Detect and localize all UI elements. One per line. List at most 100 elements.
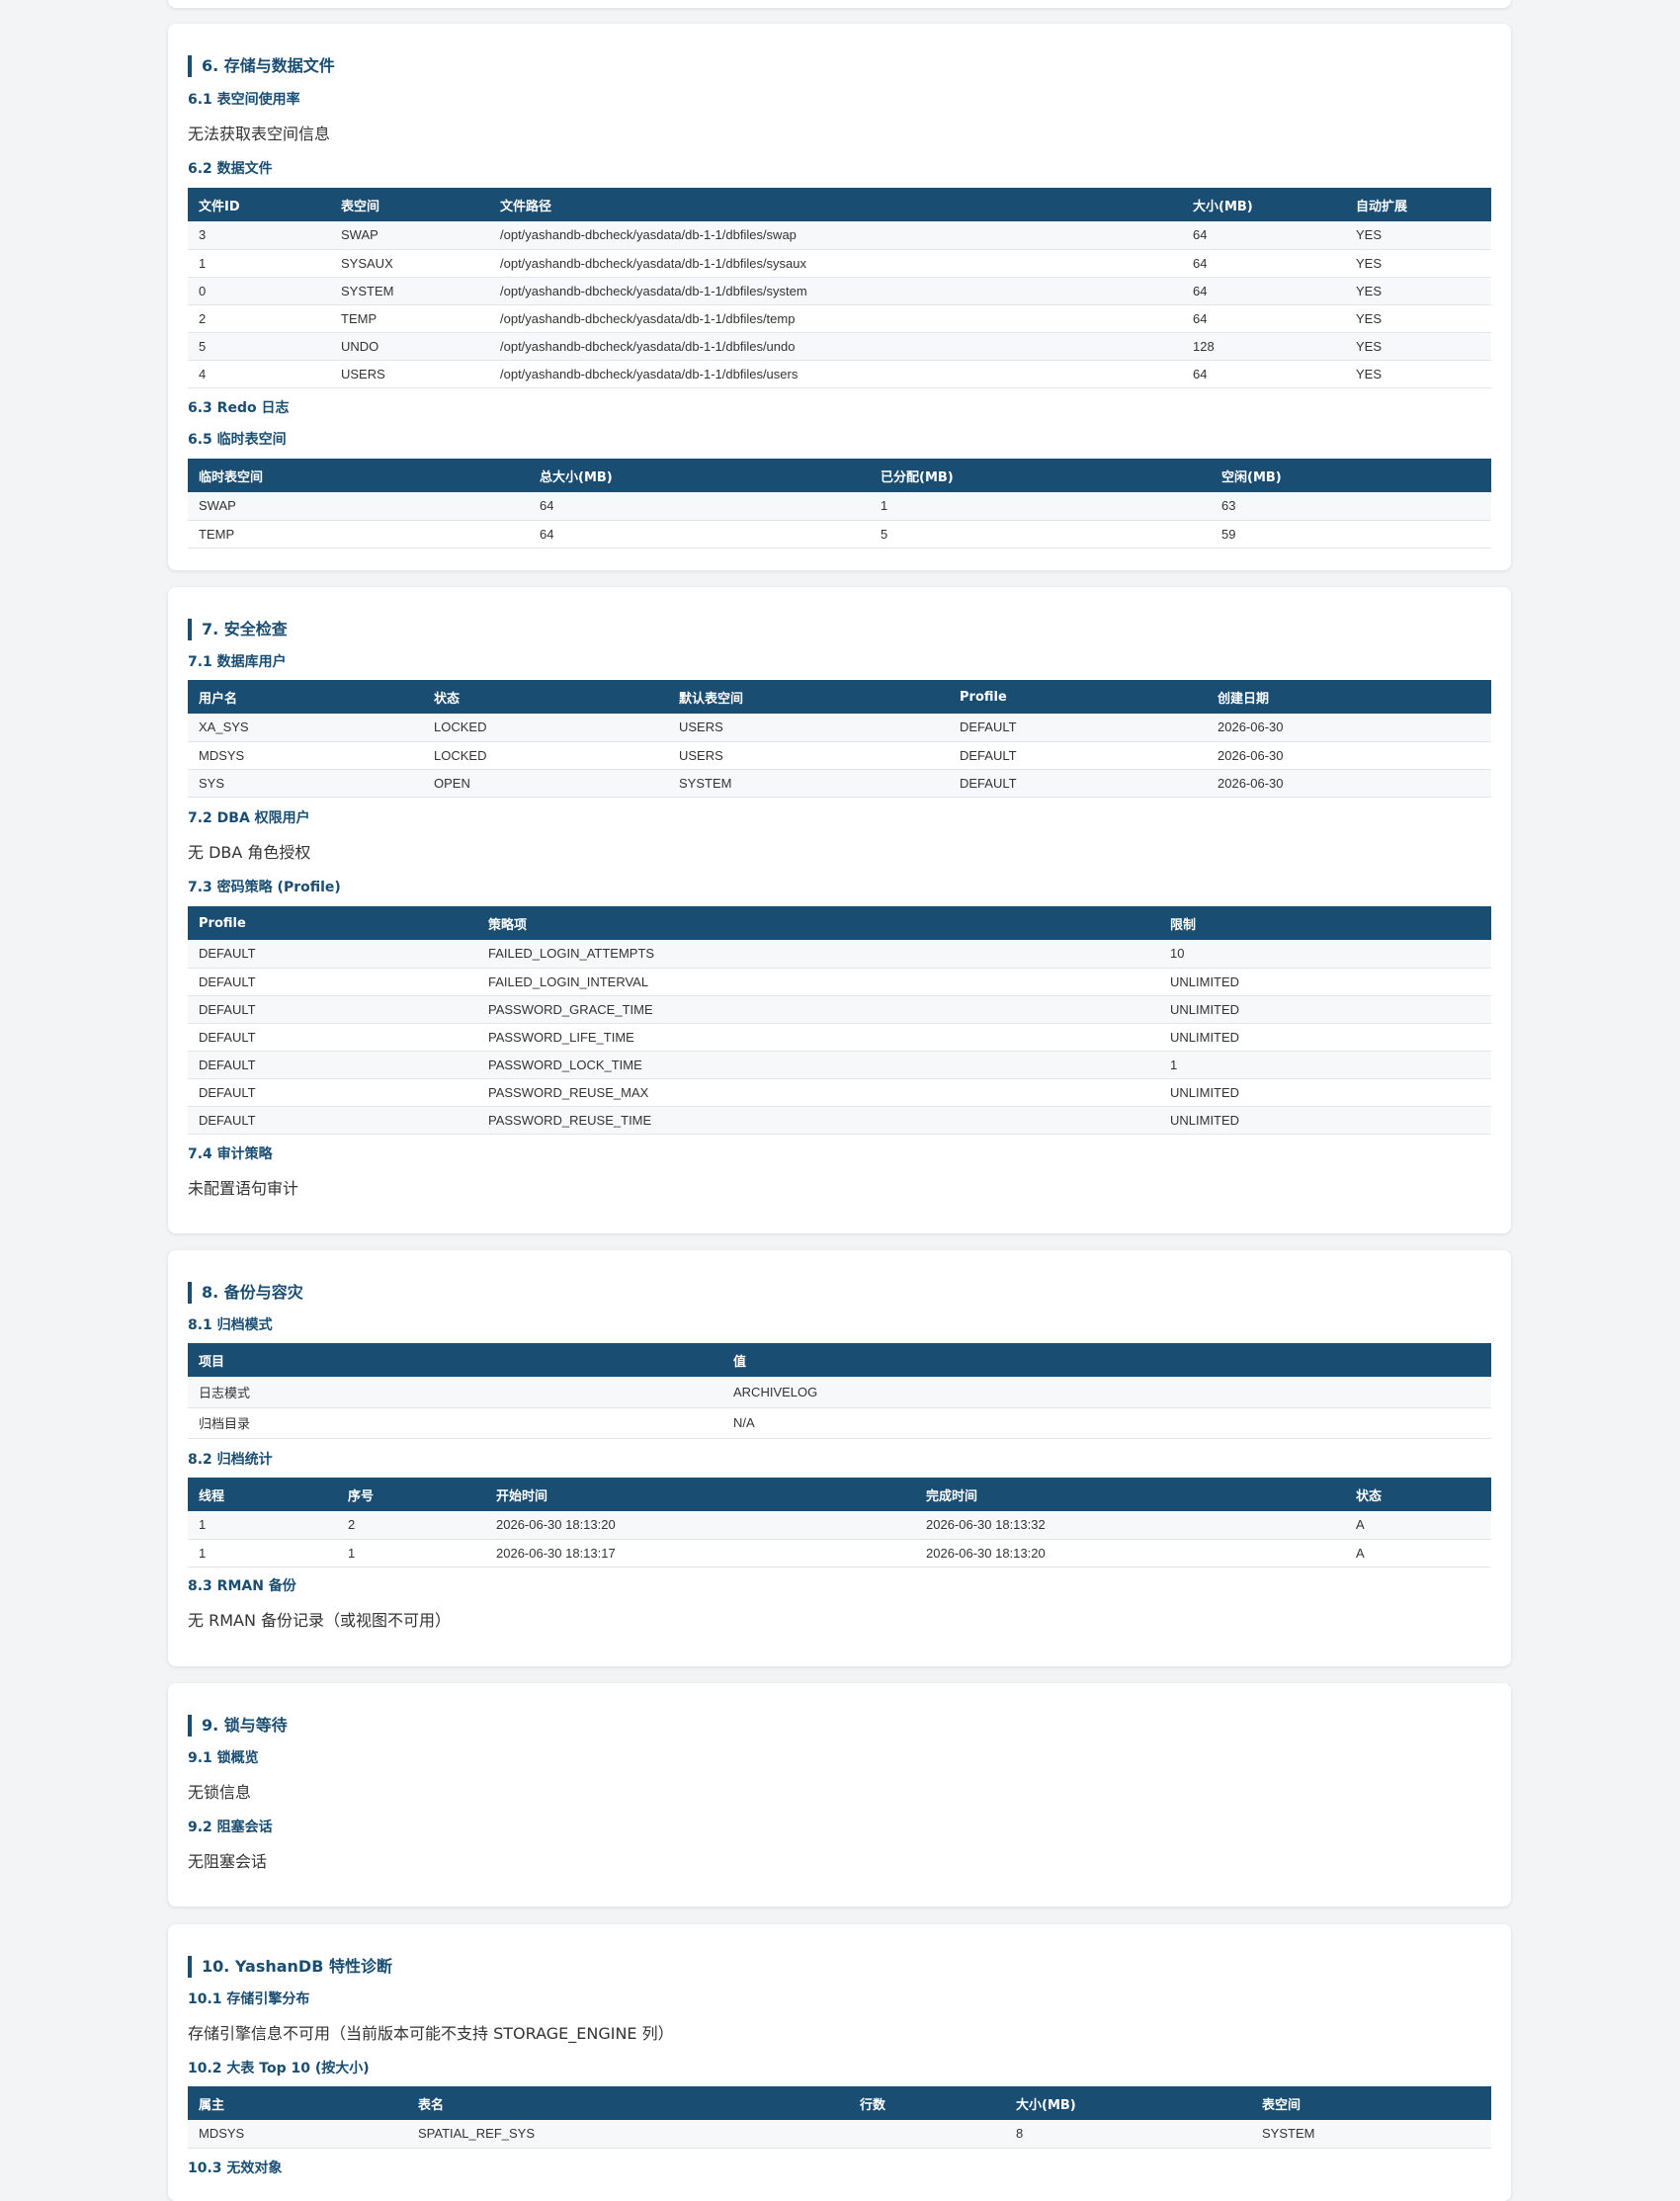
table-header: 表空间 [1251, 2086, 1491, 2120]
table-cell: /opt/yashandb-dbcheck/yasdata/db-1-1/dbf… [489, 249, 1182, 278]
table-row: 归档目录 N/A [188, 1407, 1491, 1439]
table-cell: DEFAULT [188, 1078, 477, 1107]
table-cell: YES [1345, 221, 1491, 250]
table-cell: A [1345, 1539, 1491, 1567]
table-cell: /opt/yashandb-dbcheck/yasdata/db-1-1/dbf… [489, 332, 1182, 361]
table-cell: UNLIMITED [1159, 1078, 1491, 1107]
table-cell: 5 [188, 332, 330, 361]
table-row: 1 1 2026-06-30 18:13:17 2026-06-30 18:13… [188, 1539, 1491, 1567]
table-cell: YES [1345, 332, 1491, 361]
table-header: Profile [188, 906, 477, 940]
table-cell: YES [1345, 277, 1491, 305]
table-header: 状态 [423, 680, 668, 714]
table-row: 5 UNDO /opt/yashandb-dbcheck/yasdata/db-… [188, 332, 1491, 361]
table-cell: 2026-06-30 18:13:17 [485, 1539, 915, 1567]
table-header: 空闲(MB) [1211, 459, 1491, 492]
table-header: 总大小(MB) [529, 459, 870, 492]
table-row: MDSYS SPATIAL_REF_SYS 8 SYSTEM [188, 2120, 1491, 2149]
table-header: 限制 [1159, 906, 1491, 940]
table-row: DEFAULT PASSWORD_LOCK_TIME 1 [188, 1051, 1491, 1079]
table-row: XA_SYS LOCKED USERS DEFAULT 2026-06-30 [188, 714, 1491, 742]
table-cell [849, 2120, 1005, 2149]
table-cell: DEFAULT [188, 1023, 477, 1052]
table-cell: 2026-06-30 [1207, 714, 1491, 742]
table-header: 表名 [407, 2086, 849, 2120]
table-header: 开始时间 [485, 1478, 915, 1511]
table-cell: 64 [1182, 249, 1345, 278]
section-backup-card: 8. 备份与容灾 8.1 归档模式 项目 值 日志模式 ARCHIVELOG 归… [168, 1250, 1511, 1666]
table-header: 已分配(MB) [870, 459, 1211, 492]
table-row: 3 SWAP /opt/yashandb-dbcheck/yasdata/db-… [188, 221, 1491, 250]
table-cell: 64 [529, 520, 870, 549]
table-cell: SWAP [330, 221, 489, 250]
subsection-title: 8.2 归档统计 [188, 1452, 273, 1468]
section-yashandb-card: 10. YashanDB 特性诊断 10.1 存储引擎分布 存储引擎信息不可用（… [168, 1924, 1511, 2201]
table-cell: PASSWORD_LIFE_TIME [477, 1023, 1159, 1052]
table-cell: 64 [1182, 277, 1345, 305]
table-cell: DEFAULT [188, 968, 477, 996]
table-cell: /opt/yashandb-dbcheck/yasdata/db-1-1/dbf… [489, 304, 1182, 333]
table-header: 行数 [849, 2086, 1005, 2120]
table-header: 序号 [337, 1478, 485, 1511]
table-header: 线程 [188, 1478, 337, 1511]
subsection-title: 7.4 审计策略 [188, 1146, 273, 1162]
big-tables-table: 属主 表名 行数 大小(MB) 表空间 MDSYS SPATIAL_REF_SY… [188, 2086, 1491, 2149]
table-cell: A [1345, 1511, 1491, 1540]
table-row: TEMP 64 5 59 [188, 520, 1491, 549]
table-cell: /opt/yashandb-dbcheck/yasdata/db-1-1/dbf… [489, 360, 1182, 388]
table-cell: DEFAULT [188, 1051, 477, 1079]
table-cell: UNLIMITED [1159, 968, 1491, 996]
table-cell: FAILED_LOGIN_ATTEMPTS [477, 940, 1159, 969]
table-cell: 64 [1182, 360, 1345, 388]
info-text: 无锁信息 [188, 1783, 252, 1802]
table-cell: 2 [337, 1511, 485, 1540]
table-cell: SPATIAL_REF_SYS [407, 2120, 849, 2149]
table-cell: 10 [1159, 940, 1491, 969]
subsection-title: 6.2 数据文件 [188, 161, 273, 177]
table-header: 状态 [1345, 1478, 1491, 1511]
table-cell: 2 [188, 304, 330, 333]
subsection-title: 6.5 临时表空间 [188, 432, 287, 448]
section-title: 9. 锁与等待 [188, 1715, 288, 1736]
subsection-title: 7.3 密码策略 (Profile) [188, 880, 341, 895]
section-locks-card: 9. 锁与等待 9.1 锁概览 无锁信息 9.2 阻塞会话 无阻塞会话 [168, 1683, 1511, 1906]
section-title: 6. 存储与数据文件 [188, 55, 335, 77]
info-text: 无 RMAN 备份记录（或视图不可用） [188, 1611, 452, 1630]
table-cell: /opt/yashandb-dbcheck/yasdata/db-1-1/dbf… [489, 277, 1182, 305]
subsection-title: 9.1 锁概览 [188, 1750, 259, 1766]
table-cell: PASSWORD_REUSE_MAX [477, 1078, 1159, 1107]
table-cell: DEFAULT [949, 714, 1207, 742]
table-cell: FAILED_LOGIN_INTERVAL [477, 968, 1159, 996]
table-cell: 日志模式 [188, 1377, 722, 1408]
table-cell: LOCKED [423, 714, 668, 742]
table-cell: UNDO [330, 332, 489, 361]
table-cell: 3 [188, 221, 330, 250]
table-cell: 1 [188, 1539, 337, 1567]
password-profile-table: Profile 策略项 限制 DEFAULT FAILED_LOGIN_ATTE… [188, 906, 1491, 1135]
table-cell: 1 [337, 1539, 485, 1567]
table-cell: 2026-06-30 18:13:32 [915, 1511, 1345, 1540]
archive-stats-table: 线程 序号 开始时间 完成时间 状态 1 2 2026-06-30 18:13:… [188, 1478, 1491, 1567]
subsection-title: 10.1 存储引擎分布 [188, 1991, 310, 2007]
table-header: 默认表空间 [668, 680, 949, 714]
table-row: 1 2 2026-06-30 18:13:20 2026-06-30 18:13… [188, 1511, 1491, 1540]
table-row: DEFAULT PASSWORD_GRACE_TIME UNLIMITED [188, 995, 1491, 1024]
table-row: DEFAULT FAILED_LOGIN_ATTEMPTS 10 [188, 940, 1491, 969]
table-row: 1 SYSAUX /opt/yashandb-dbcheck/yasdata/d… [188, 249, 1491, 278]
table-cell: DEFAULT [188, 940, 477, 969]
table-cell: MDSYS [188, 741, 423, 770]
info-text: 存储引擎信息不可用（当前版本可能不支持 STORAGE_ENGINE 列） [188, 2024, 674, 2043]
table-cell: UNLIMITED [1159, 1023, 1491, 1052]
table-row: DEFAULT PASSWORD_LIFE_TIME UNLIMITED [188, 1023, 1491, 1052]
table-cell: 2026-06-30 18:13:20 [915, 1539, 1345, 1567]
table-row: DEFAULT PASSWORD_REUSE_MAX UNLIMITED [188, 1078, 1491, 1107]
table-header: 创建日期 [1207, 680, 1491, 714]
previous-section-card [168, 0, 1511, 8]
table-cell: DEFAULT [188, 995, 477, 1024]
table-cell: SYSTEM [330, 277, 489, 305]
table-header: 完成时间 [915, 1478, 1345, 1511]
table-cell: 64 [1182, 221, 1345, 250]
subsection-title: 7.2 DBA 权限用户 [188, 810, 310, 826]
table-row: SWAP 64 1 63 [188, 492, 1491, 521]
table-cell: USERS [668, 714, 949, 742]
